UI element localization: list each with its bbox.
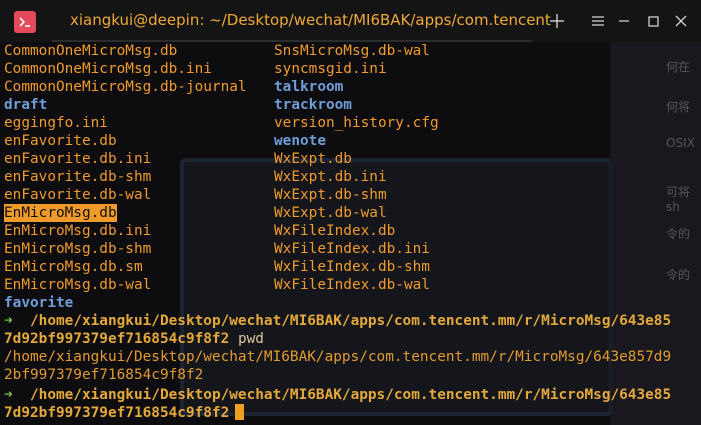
listing-file: WxExpt.db (274, 151, 352, 167)
listing-file: EnMicroMsg.db (4, 204, 117, 222)
prompt-line-1: ➜ /home/xiangkui/Desktop/wechat/MI6BAK/a… (4, 312, 671, 330)
hamburger-icon (592, 16, 604, 26)
close-icon (675, 15, 687, 27)
listing-file: EnMicroMsg.db.sm (4, 259, 143, 275)
prompt-path: /home/xiangkui/Desktop/wechat/MI6BAK/app… (30, 387, 672, 403)
listing-file: enFavorite.db-shm (4, 169, 152, 185)
listing-file: enFavorite.db-wal (4, 187, 152, 203)
listing-file: WxExpt.db-wal (274, 205, 387, 221)
listing-file: EnMicroMsg.db-shm (4, 241, 152, 257)
output-line-wrap: 2bf997379ef716854c9f8f2 (4, 366, 203, 384)
listing-file: enFavorite.db (4, 133, 117, 149)
listing-file: EnMicroMsg.db.ini (4, 223, 152, 239)
listing-file: syncmsgid.ini (274, 61, 387, 77)
listing-file: SnsMicroMsg.db-wal (274, 43, 430, 59)
listing-directory: talkroom (274, 79, 344, 95)
listing-directory: draft (4, 97, 48, 113)
listing-directory: trackroom (274, 97, 352, 113)
listing-file: WxExpt.db.ini (274, 169, 387, 185)
listing-file: eggingfo.ini (4, 115, 108, 131)
prompt-path-wrap: 7d92bf997379ef716854c9f8f2 (4, 405, 230, 421)
listing-file: WxFileIndex.db-wal (274, 277, 430, 293)
listing-file: enFavorite.db.ini (4, 151, 152, 167)
listing-file: WxFileIndex.db (274, 223, 396, 239)
command-text: pwd (237, 331, 264, 347)
terminal-app-icon[interactable] (14, 11, 36, 33)
listing-file: CommonOneMicroMsg.db-journal (4, 79, 247, 95)
title-bar: xiangkui@deepin: ~/Desktop/wechat/MI6BAK… (0, 0, 701, 42)
listing-directory: wenote (274, 133, 326, 149)
prompt-arrow-icon: ➜ (4, 387, 13, 403)
text-cursor (235, 404, 245, 420)
listing-file: EnMicroMsg.db-wal (4, 277, 152, 293)
listing-file: CommonOneMicroMsg.db.ini (4, 61, 212, 77)
prompt-line-1-wrap: 7d92bf997379ef716854c9f8f2 pwd (4, 330, 264, 348)
minimize-button[interactable] (608, 0, 640, 42)
output-text: /home/xiangkui/Desktop/wechat/MI6BAK/app… (4, 349, 672, 365)
listing-file: WxFileIndex.db-shm (274, 259, 430, 275)
prompt-path: /home/xiangkui/Desktop/wechat/MI6BAK/app… (30, 313, 672, 329)
close-button[interactable] (665, 0, 697, 42)
listing-file: version_history.cfg (274, 115, 439, 131)
maximize-icon (647, 15, 659, 27)
tab-title: xiangkui@deepin: ~/Desktop/wechat/MI6BAK… (70, 11, 551, 29)
prompt-path-wrap: 7d92bf997379ef716854c9f8f2 (4, 331, 230, 347)
minimize-icon (619, 20, 629, 22)
prompt-arrow-icon: ➜ (4, 313, 13, 329)
terminal-output[interactable]: CommonOneMicroMsg.db CommonOneMicroMsg.db… (0, 42, 701, 425)
plus-icon (550, 14, 564, 28)
tab-active[interactable]: xiangkui@deepin: ~/Desktop/wechat/MI6BAK… (52, 0, 551, 42)
output-text-wrap: 2bf997379ef716854c9f8f2 (4, 367, 204, 383)
listing-directory: favorite (4, 295, 74, 311)
output-line: /home/xiangkui/Desktop/wechat/MI6BAK/app… (4, 348, 671, 366)
listing-file: CommonOneMicroMsg.db (4, 43, 178, 59)
listing-file: WxFileIndex.db.ini (274, 241, 430, 257)
prompt-line-2: ➜ /home/xiangkui/Desktop/wechat/MI6BAK/a… (4, 386, 671, 404)
listing-file: WxExpt.db-shm (274, 187, 387, 203)
new-tab-button[interactable] (541, 0, 573, 42)
prompt-line-2-wrap: 7d92bf997379ef716854c9f8f2 (4, 404, 245, 422)
